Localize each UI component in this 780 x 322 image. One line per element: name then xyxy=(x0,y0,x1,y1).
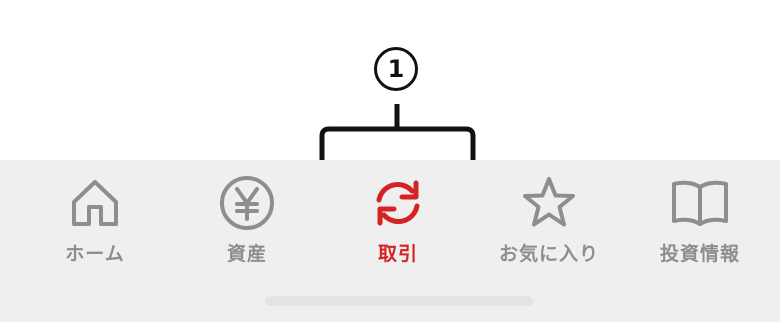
yen-coin-icon xyxy=(217,173,277,233)
callout-bracket xyxy=(319,104,476,162)
tab-favorites[interactable]: お気に入り xyxy=(471,160,627,270)
refresh-arrows-icon xyxy=(368,173,428,233)
tab-label: 取引 xyxy=(377,243,418,265)
bottom-tab-bar: ホーム 資産 取引 お気に入り 投資情報 xyxy=(0,160,780,322)
tab-label: ホーム xyxy=(65,243,125,265)
tab-investment-info[interactable]: 投資情報 xyxy=(622,160,778,270)
tab-trade[interactable]: 取引 xyxy=(320,160,476,270)
tab-assets[interactable]: 資産 xyxy=(169,160,325,270)
open-book-icon xyxy=(670,173,730,233)
star-icon xyxy=(519,173,579,233)
tab-label: お気に入り xyxy=(498,243,599,265)
home-indicator[interactable] xyxy=(265,296,533,306)
annotation-overlay: 1 xyxy=(0,0,780,165)
tab-label: 資産 xyxy=(226,243,267,265)
tab-home[interactable]: ホーム xyxy=(17,160,173,270)
tab-label: 投資情報 xyxy=(659,243,740,265)
home-icon xyxy=(65,173,125,233)
